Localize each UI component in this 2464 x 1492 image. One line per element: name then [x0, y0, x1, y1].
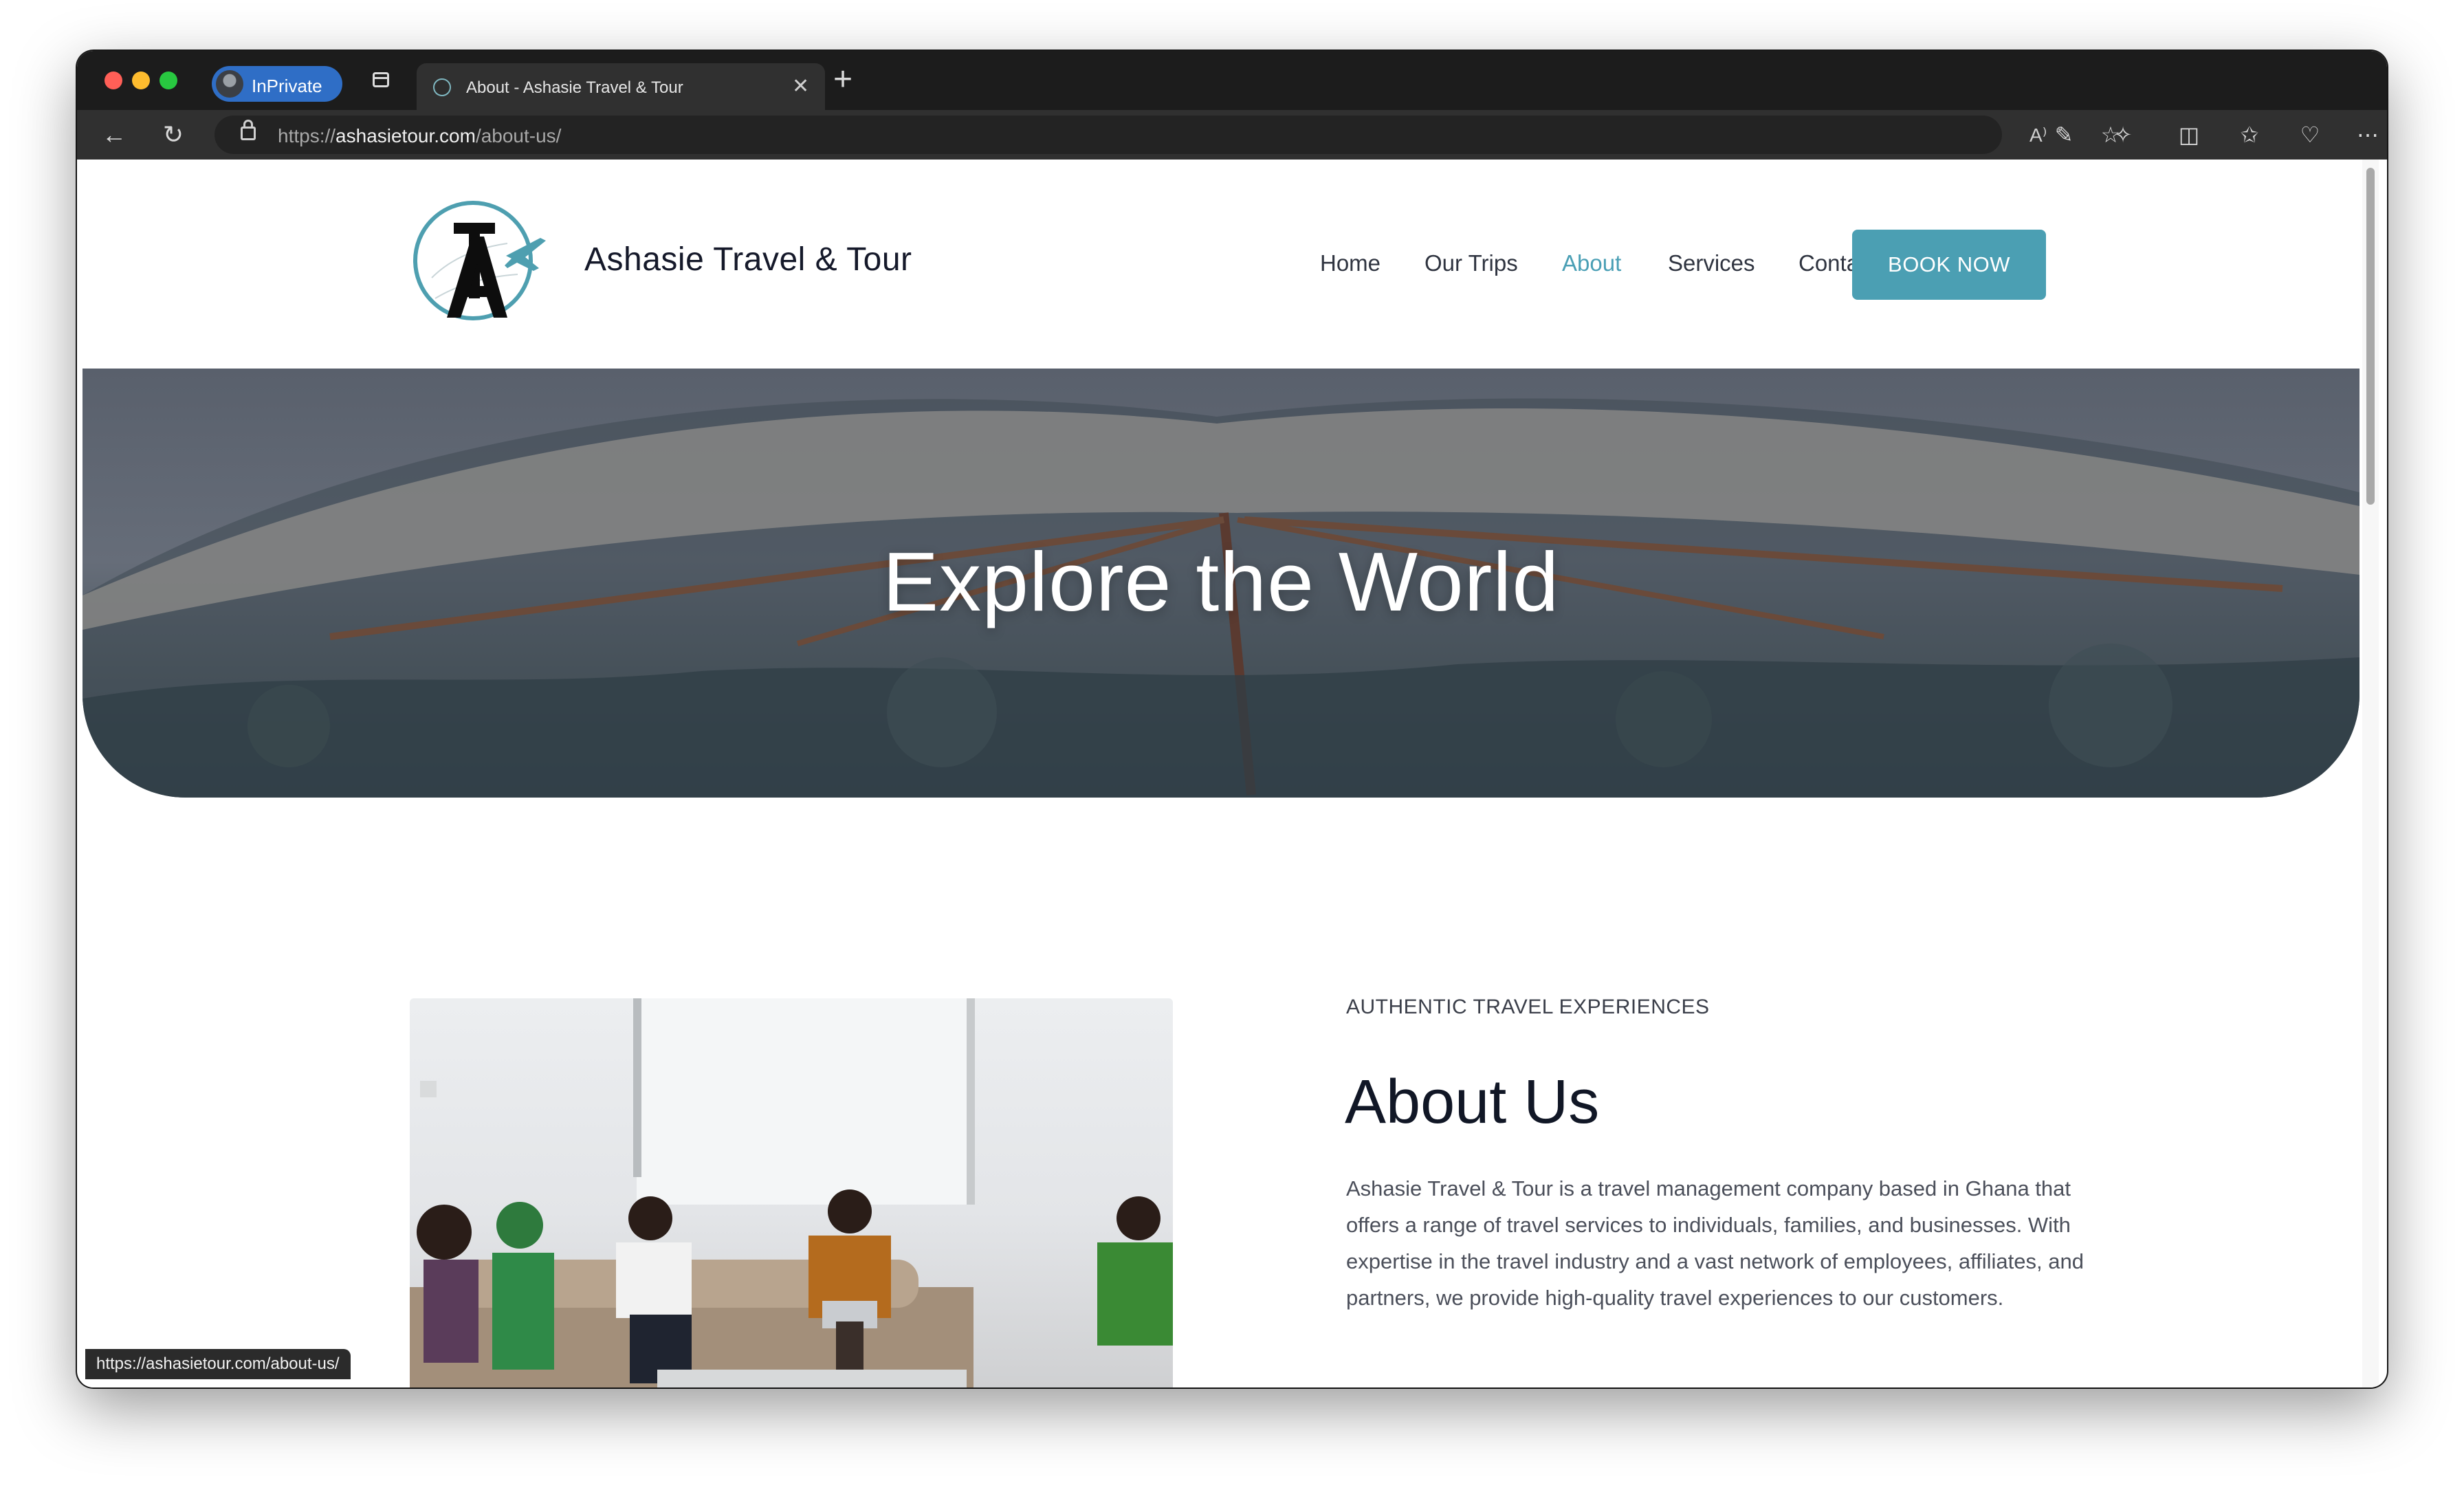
address-toolbar: ← ↻ https://ashasietour.com/about-us/ A⁾…: [77, 110, 2387, 160]
site-favicon-icon: [433, 78, 451, 96]
minimize-window-button[interactable]: [132, 72, 150, 89]
address-bar[interactable]: https://ashasietour.com/about-us/ A⁾ ☆: [214, 116, 2120, 154]
nav-services[interactable]: Services: [1668, 250, 1755, 276]
about-body: Ashasie Travel & Tour is a travel manage…: [1346, 1176, 2084, 1310]
close-icon[interactable]: ✕: [792, 74, 809, 98]
more-icon[interactable]: ⋯: [2350, 117, 2386, 153]
extension-icon[interactable]: ✎: [2046, 117, 2082, 153]
inprivate-label: InPrivate: [252, 76, 322, 96]
team-photo: [410, 998, 1173, 1387]
web-page: Ashasie Travel & Tour Home Our Trips Abo…: [82, 160, 2360, 1387]
site-logo[interactable]: [404, 195, 556, 326]
close-window-button[interactable]: [104, 72, 122, 89]
page-scrollbar[interactable]: [2362, 160, 2379, 1387]
browser-essentials-icon[interactable]: ♡: [2292, 117, 2328, 153]
site-header: Ashasie Travel & Tour Home Our Trips Abo…: [82, 160, 2360, 369]
hero-title: Explore the World: [882, 535, 1560, 628]
nav-our-trips[interactable]: Our Trips: [1424, 250, 1518, 276]
brand-name[interactable]: Ashasie Travel & Tour: [584, 241, 912, 278]
scrollbar-thumb[interactable]: [2366, 168, 2375, 505]
url-text[interactable]: https://ashasietour.com/about-us/: [278, 125, 561, 147]
puzzle-icon[interactable]: ✧: [2105, 117, 2141, 153]
tab-about[interactable]: About - Ashasie Travel & Tour ✕: [417, 63, 825, 110]
zoom-window-button[interactable]: [160, 72, 177, 89]
book-now-button[interactable]: BOOK NOW: [1852, 230, 2046, 300]
lock-icon[interactable]: [241, 120, 256, 140]
inprivate-badge[interactable]: InPrivate: [212, 66, 342, 102]
nav-about[interactable]: About: [1562, 250, 1621, 276]
plus-icon[interactable]: +: [833, 61, 852, 98]
nav-home[interactable]: Home: [1320, 250, 1380, 276]
refresh-icon[interactable]: ↻: [155, 117, 191, 153]
tab-bar: InPrivate About - Ashasie Travel & Tour …: [77, 51, 2387, 110]
status-url-tooltip: https://ashasietour.com/about-us/: [85, 1349, 351, 1379]
read-aloud-icon[interactable]: A⁾: [2030, 124, 2047, 146]
about-eyebrow: AUTHENTIC TRAVEL EXPERIENCES: [1346, 996, 1710, 1018]
browser-window: InPrivate About - Ashasie Travel & Tour …: [77, 51, 2387, 1387]
collections-icon[interactable]: ✩: [2232, 117, 2267, 153]
tabs-icon[interactable]: [373, 72, 389, 87]
split-screen-icon[interactable]: ◫: [2171, 117, 2207, 153]
hero-banner: Explore the World: [82, 369, 2360, 798]
back-arrow-icon[interactable]: ←: [96, 117, 132, 153]
about-title: About Us: [1345, 1068, 1600, 1137]
tab-title: About - Ashasie Travel & Tour: [466, 78, 683, 97]
profile-avatar-icon: [216, 70, 243, 98]
